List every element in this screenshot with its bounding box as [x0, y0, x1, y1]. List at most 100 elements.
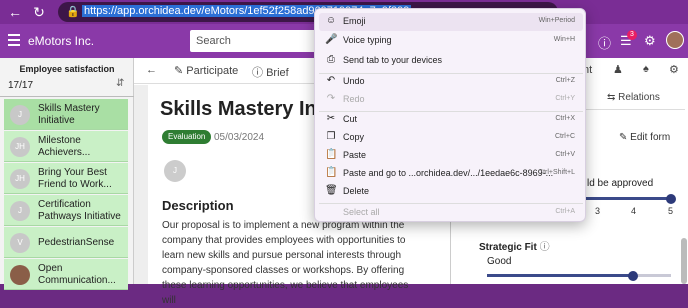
list-item[interactable]: JH Milestone Achievers...: [4, 131, 128, 162]
description-body: Our proposal is to implement a new progr…: [162, 220, 409, 306]
approval-question: ld be approved: [587, 178, 654, 189]
menu-item-send-tab[interactable]: ⎙ Send tab to your devices: [319, 52, 583, 70]
paste-go-icon: 📋: [325, 167, 338, 178]
scale-label: 3: [595, 206, 601, 216]
list-item-label: Open Communication...: [38, 263, 116, 286]
menu-item-label: Paste: [343, 150, 367, 160]
context-menu: ☺ Emoji Win+Period 🎤 Voice typing Win+H …: [314, 8, 586, 222]
reload-icon[interactable]: ↻: [30, 3, 48, 21]
divider: [0, 96, 134, 97]
avatar: JH: [10, 137, 30, 157]
back-arrow-icon[interactable]: ←: [6, 3, 24, 21]
list-item[interactable]: JH Bring Your Best Friend to Work...: [4, 163, 128, 194]
strategic-fit-slider-thumb[interactable]: [628, 271, 638, 281]
menu-item-label: Undo: [343, 76, 365, 86]
menu-item-redo[interactable]: ↷ Redo Ctrl+Y: [319, 91, 583, 109]
menu-item-voice-typing[interactable]: 🎤 Voice typing Win+H: [319, 32, 583, 50]
approval-slider-thumb[interactable]: [666, 194, 676, 204]
user-avatar[interactable]: [666, 31, 684, 49]
hamburger-menu-icon[interactable]: [8, 34, 20, 46]
delete-icon: 🗑: [325, 185, 338, 196]
menu-item-label: Select all: [343, 207, 380, 217]
edit-form-icon: ✎: [619, 132, 631, 143]
menu-item-label: Delete: [343, 186, 370, 196]
menu-item-shortcut: Ctrl+X: [555, 115, 575, 122]
list-item-label: Certification Pathways Initiative: [38, 199, 121, 222]
scrollbar[interactable]: [681, 238, 687, 284]
participate-label: Participate: [186, 65, 239, 77]
search-input[interactable]: Search: [190, 30, 320, 52]
brief-tab[interactable]: ⓘ Brief: [252, 64, 289, 80]
list-item[interactable]: Open Communication...: [4, 259, 128, 290]
avatar: J: [10, 201, 30, 221]
list-item[interactable]: V PedestrianSense: [4, 227, 128, 258]
slider-tick: [611, 274, 613, 276]
left-panel-title: Employee satisfaction: [19, 64, 115, 74]
avatar: [10, 265, 30, 285]
send-tab-icon: ⎙: [327, 54, 335, 65]
list-item-label: Bring Your Best Friend to Work...: [38, 167, 112, 190]
menu-item-shortcut: Ctrl+C: [554, 133, 575, 140]
participate-tab[interactable]: ✎ Participate: [174, 64, 238, 77]
menu-item-copy[interactable]: ❐ Copy Ctrl+C: [319, 129, 583, 147]
menu-item-label: Redo: [343, 94, 365, 104]
menu-item-delete[interactable]: 🗑 Delete: [319, 183, 583, 201]
scale-label: 4: [631, 206, 637, 216]
notification-badge: 3: [627, 30, 637, 40]
lock-icon[interactable]: 🔒: [66, 5, 80, 18]
help-circle-icon[interactable]: ⓘ: [540, 242, 550, 253]
avatar: V: [10, 233, 30, 253]
strategic-fit-title: Strategic Fit: [479, 242, 537, 253]
avatar[interactable]: J: [164, 160, 186, 182]
item-count: 17/17: [8, 80, 34, 91]
back-arrow-icon[interactable]: ←: [146, 64, 157, 76]
sort-icon[interactable]: ⇵: [116, 78, 124, 89]
list-item-label: Skills Mastery Initiative: [38, 103, 100, 126]
emoji-icon: ☺: [325, 15, 337, 26]
menu-item-label: Paste and go to ...orchidea.dev/.../1eed…: [343, 168, 554, 178]
settings-gear-icon[interactable]: ⚙: [644, 33, 656, 49]
edit-form-button[interactable]: ✎ Edit form: [619, 132, 670, 143]
slider-tick: [491, 274, 493, 276]
menu-item-emoji[interactable]: ☺ Emoji Win+Period: [319, 13, 583, 31]
status-badge: Evaluation: [162, 130, 212, 144]
info-icon: ⓘ: [252, 67, 267, 79]
menu-item-paste[interactable]: 📋 Paste Ctrl+V: [319, 147, 583, 165]
date-label: 05/03/2024: [214, 132, 265, 143]
menu-item-shortcut: Ctrl+Y: [555, 95, 575, 102]
avatar: J: [10, 105, 30, 125]
copy-icon: ❐: [326, 131, 336, 142]
relations-tab[interactable]: ⇆ Relations: [607, 92, 660, 103]
group-icon[interactable]: ♠: [643, 63, 649, 75]
menu-item-select-all[interactable]: Select all Ctrl+A: [319, 204, 583, 222]
undo-icon: ↶: [326, 75, 336, 86]
participate-icon: ✎: [174, 65, 187, 77]
menu-item-label: Cut: [343, 114, 358, 124]
description-heading: Description: [162, 198, 234, 213]
list-item[interactable]: J Certification Pathways Initiative: [4, 195, 128, 226]
help-icon[interactable]: ⓘ: [598, 33, 611, 52]
microphone-icon: 🎤: [325, 34, 338, 45]
app-name: eMotors Inc.: [28, 34, 95, 48]
brief-label: Brief: [266, 67, 289, 79]
page-gutter: [134, 85, 148, 284]
menu-item-label: Voice typing: [343, 35, 392, 45]
list-item-label: PedestrianSense: [38, 237, 115, 248]
menu-item-paste-and-go[interactable]: 📋 Paste and go to ...orchidea.dev/.../1e…: [319, 165, 583, 183]
menu-item-cut[interactable]: ✂ Cut Ctrl+X: [319, 111, 583, 129]
add-user-icon[interactable]: ♟: [613, 63, 623, 76]
menu-item-shortcut: Ctrl+A: [555, 208, 575, 215]
list-item[interactable]: J Skills Mastery Initiative: [4, 99, 128, 130]
paste-icon: 📋: [325, 149, 338, 160]
menu-item-shortcut: Win+Period: [538, 17, 575, 24]
strategic-fit-value: Good: [487, 256, 512, 267]
left-panel: Employee satisfaction 17/17 ⇵ J Skills M…: [0, 58, 134, 290]
menu-item-shortcut: Ctrl+V: [555, 151, 575, 158]
gear-icon[interactable]: ⚙: [669, 63, 679, 76]
slider-tick: [531, 274, 533, 276]
list-item-label: Milestone Achievers...: [38, 135, 91, 158]
menu-item-label: Copy: [343, 132, 365, 142]
menu-item-undo[interactable]: ↶ Undo Ctrl+Z: [319, 73, 583, 91]
strategic-fit-heading: Strategic Fit ⓘ: [479, 238, 550, 253]
edit-form-label: Edit form: [630, 132, 671, 143]
